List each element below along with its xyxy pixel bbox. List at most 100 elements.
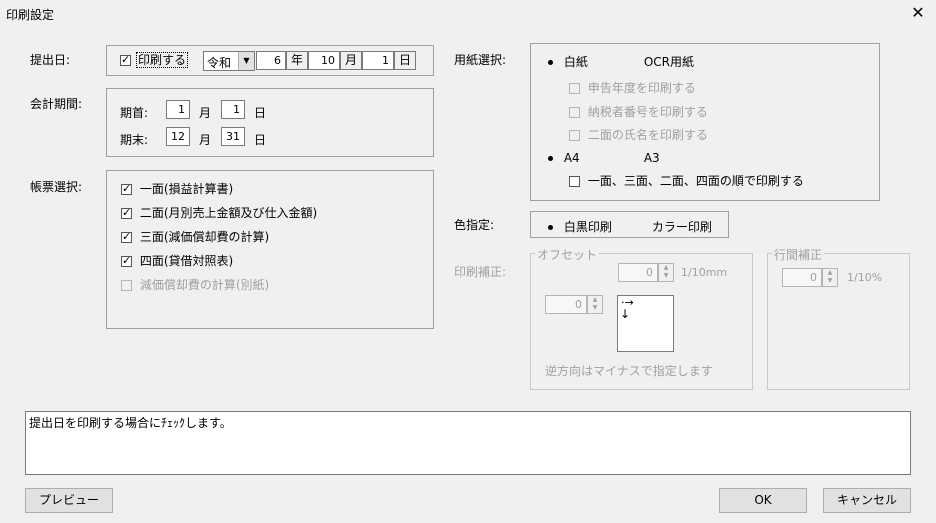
- help-text: 提出日を印刷する場合にﾁｪｯｸします。: [29, 416, 232, 430]
- paper-option-blank[interactable]: 白紙: [545, 53, 588, 70]
- paper-option-ocr-label: OCR用紙: [643, 55, 694, 69]
- form-item-2-check-icon[interactable]: [121, 206, 132, 220]
- chevron-down-icon[interactable]: ▼: [238, 52, 254, 70]
- form-item-2-label: 二面(月別売上金額及び仕入金額): [139, 206, 318, 220]
- submit-date-label: 提出日:: [30, 53, 71, 67]
- color-label: 色指定:: [454, 218, 495, 232]
- line-spacing-input[interactable]: 0: [782, 268, 822, 287]
- paper-ocr-radio-icon[interactable]: [625, 57, 636, 68]
- era-select[interactable]: 令和 ▼: [203, 51, 255, 71]
- paper-label: 用紙選択:: [454, 53, 507, 67]
- period-group: [106, 88, 434, 157]
- size-option-a3-label: A3: [643, 151, 660, 165]
- form-item-3-label: 三面(減価償却費の計算): [139, 230, 270, 244]
- paper-sub-option-3: 二面の氏名を印刷する: [569, 126, 708, 143]
- end-month-input[interactable]: 12: [166, 127, 190, 146]
- size-a3-radio-icon[interactable]: [625, 153, 636, 164]
- offset-note: 逆方向はマイナスで指定します: [545, 364, 713, 378]
- ok-button[interactable]: OK: [719, 488, 807, 513]
- year-input[interactable]: 6: [256, 51, 286, 70]
- close-icon[interactable]: ✕: [908, 3, 928, 22]
- title-bar: [0, 0, 936, 28]
- spin-up-icon[interactable]: ▲: [659, 264, 673, 272]
- size-option-a3[interactable]: A3: [625, 151, 660, 165]
- form-item-4-label: 四面(貸借対照表): [139, 254, 234, 268]
- print-order-checkbox[interactable]: 一面、三面、二面、四面の順で印刷する: [569, 172, 804, 189]
- size-option-a4[interactable]: A4: [545, 151, 580, 165]
- paper-sub-option-2-check-icon: [569, 107, 580, 118]
- end-day-unit: 日: [254, 133, 267, 147]
- paper-sub-option-3-check-icon: [569, 130, 580, 141]
- start-month-unit: 月: [199, 106, 212, 120]
- preview-button[interactable]: プレビュー: [25, 488, 113, 513]
- offset-legend: オフセット: [535, 246, 600, 263]
- print-order-check-icon[interactable]: [569, 176, 580, 187]
- spin-down-icon[interactable]: ▼: [823, 277, 837, 285]
- print-date-check-icon[interactable]: [120, 53, 131, 67]
- offset-preview-box: ·→ ↓: [617, 295, 674, 352]
- form-item-3-check-icon[interactable]: [121, 230, 132, 244]
- form-item-1[interactable]: 一面(損益計算書): [121, 180, 233, 197]
- month-input[interactable]: 10: [308, 51, 340, 70]
- size-a4-radio-icon[interactable]: [545, 153, 556, 164]
- line-spacing-spinner[interactable]: ▲ ▼: [822, 268, 838, 287]
- offset-x-input[interactable]: 0: [545, 295, 587, 314]
- print-order-label: 一面、三面、二面、四面の順で印刷する: [587, 174, 804, 188]
- form-item-1-label: 一面(損益計算書): [139, 182, 234, 196]
- paper-sub-option-1-label: 申告年度を印刷する: [587, 81, 696, 95]
- paper-option-blank-label: 白紙: [563, 55, 588, 69]
- spin-down-icon[interactable]: ▼: [588, 304, 602, 312]
- form-item-4[interactable]: 四面(貸借対照表): [121, 252, 233, 269]
- size-option-a4-label: A4: [563, 151, 580, 165]
- paper-sub-option-1: 申告年度を印刷する: [569, 79, 696, 96]
- window-title: 印刷設定: [6, 8, 55, 22]
- paper-sub-option-1-check-icon: [569, 83, 580, 94]
- spin-up-icon[interactable]: ▲: [588, 296, 602, 304]
- end-month-unit: 月: [199, 133, 212, 147]
- print-date-checkbox[interactable]: [120, 53, 131, 67]
- color-option-color[interactable]: カラー印刷: [633, 218, 712, 235]
- period-label: 会計期間:: [30, 97, 83, 111]
- period-start-label: 期首:: [120, 106, 149, 120]
- cancel-button[interactable]: キャンセル: [823, 488, 911, 513]
- year-unit: 年: [286, 51, 308, 70]
- form-item-1-check-icon[interactable]: [121, 182, 132, 196]
- offset-y-spinner[interactable]: ▲ ▼: [658, 263, 674, 282]
- color-mono-radio-icon[interactable]: [545, 222, 556, 233]
- offset-x-spinner[interactable]: ▲ ▼: [587, 295, 603, 314]
- form-item-2[interactable]: 二面(月別売上金額及び仕入金額): [121, 204, 317, 221]
- era-value: 令和: [207, 56, 232, 70]
- form-item-5-check-icon: [121, 280, 132, 291]
- start-month-input[interactable]: 1: [166, 100, 190, 119]
- arrow-down-icon: ↓: [620, 307, 631, 321]
- line-spacing-unit: 1/10%: [847, 271, 883, 284]
- form-item-4-check-icon[interactable]: [121, 254, 132, 268]
- period-end-label: 期末:: [120, 133, 149, 147]
- spin-down-icon[interactable]: ▼: [659, 272, 673, 280]
- offset-y-input[interactable]: 0: [618, 263, 658, 282]
- end-day-input[interactable]: 31: [221, 127, 245, 146]
- form-item-5: 減価償却費の計算(別紙): [121, 276, 269, 293]
- line-spacing-legend: 行間補正: [772, 246, 825, 263]
- paper-sub-option-2-label: 納税者番号を印刷する: [587, 105, 708, 119]
- form-item-3[interactable]: 三面(減価償却費の計算): [121, 228, 269, 245]
- start-day-input[interactable]: 1: [221, 100, 245, 119]
- color-option-mono[interactable]: 白黒印刷: [545, 218, 612, 235]
- day-input[interactable]: 1: [362, 51, 394, 70]
- paper-sub-option-3-label: 二面の氏名を印刷する: [587, 128, 708, 142]
- color-option-mono-label: 白黒印刷: [563, 220, 612, 234]
- paper-option-ocr[interactable]: OCR用紙: [625, 53, 694, 70]
- spin-up-icon[interactable]: ▲: [823, 269, 837, 277]
- form-item-5-label: 減価償却費の計算(別紙): [139, 278, 270, 292]
- month-unit: 月: [340, 51, 362, 70]
- color-option-color-label: カラー印刷: [651, 220, 712, 234]
- color-color-radio-icon[interactable]: [633, 222, 644, 233]
- start-day-unit: 日: [254, 106, 267, 120]
- print-date-checkbox-label[interactable]: 印刷する: [136, 52, 189, 68]
- help-text-box: 提出日を印刷する場合にﾁｪｯｸします。: [25, 411, 911, 475]
- day-unit: 日: [394, 51, 416, 70]
- paper-sub-option-2: 納税者番号を印刷する: [569, 103, 708, 120]
- paper-blank-radio-icon[interactable]: [545, 57, 556, 68]
- forms-label: 帳票選択:: [30, 180, 83, 194]
- offset-y-unit: 1/10mm: [681, 266, 728, 279]
